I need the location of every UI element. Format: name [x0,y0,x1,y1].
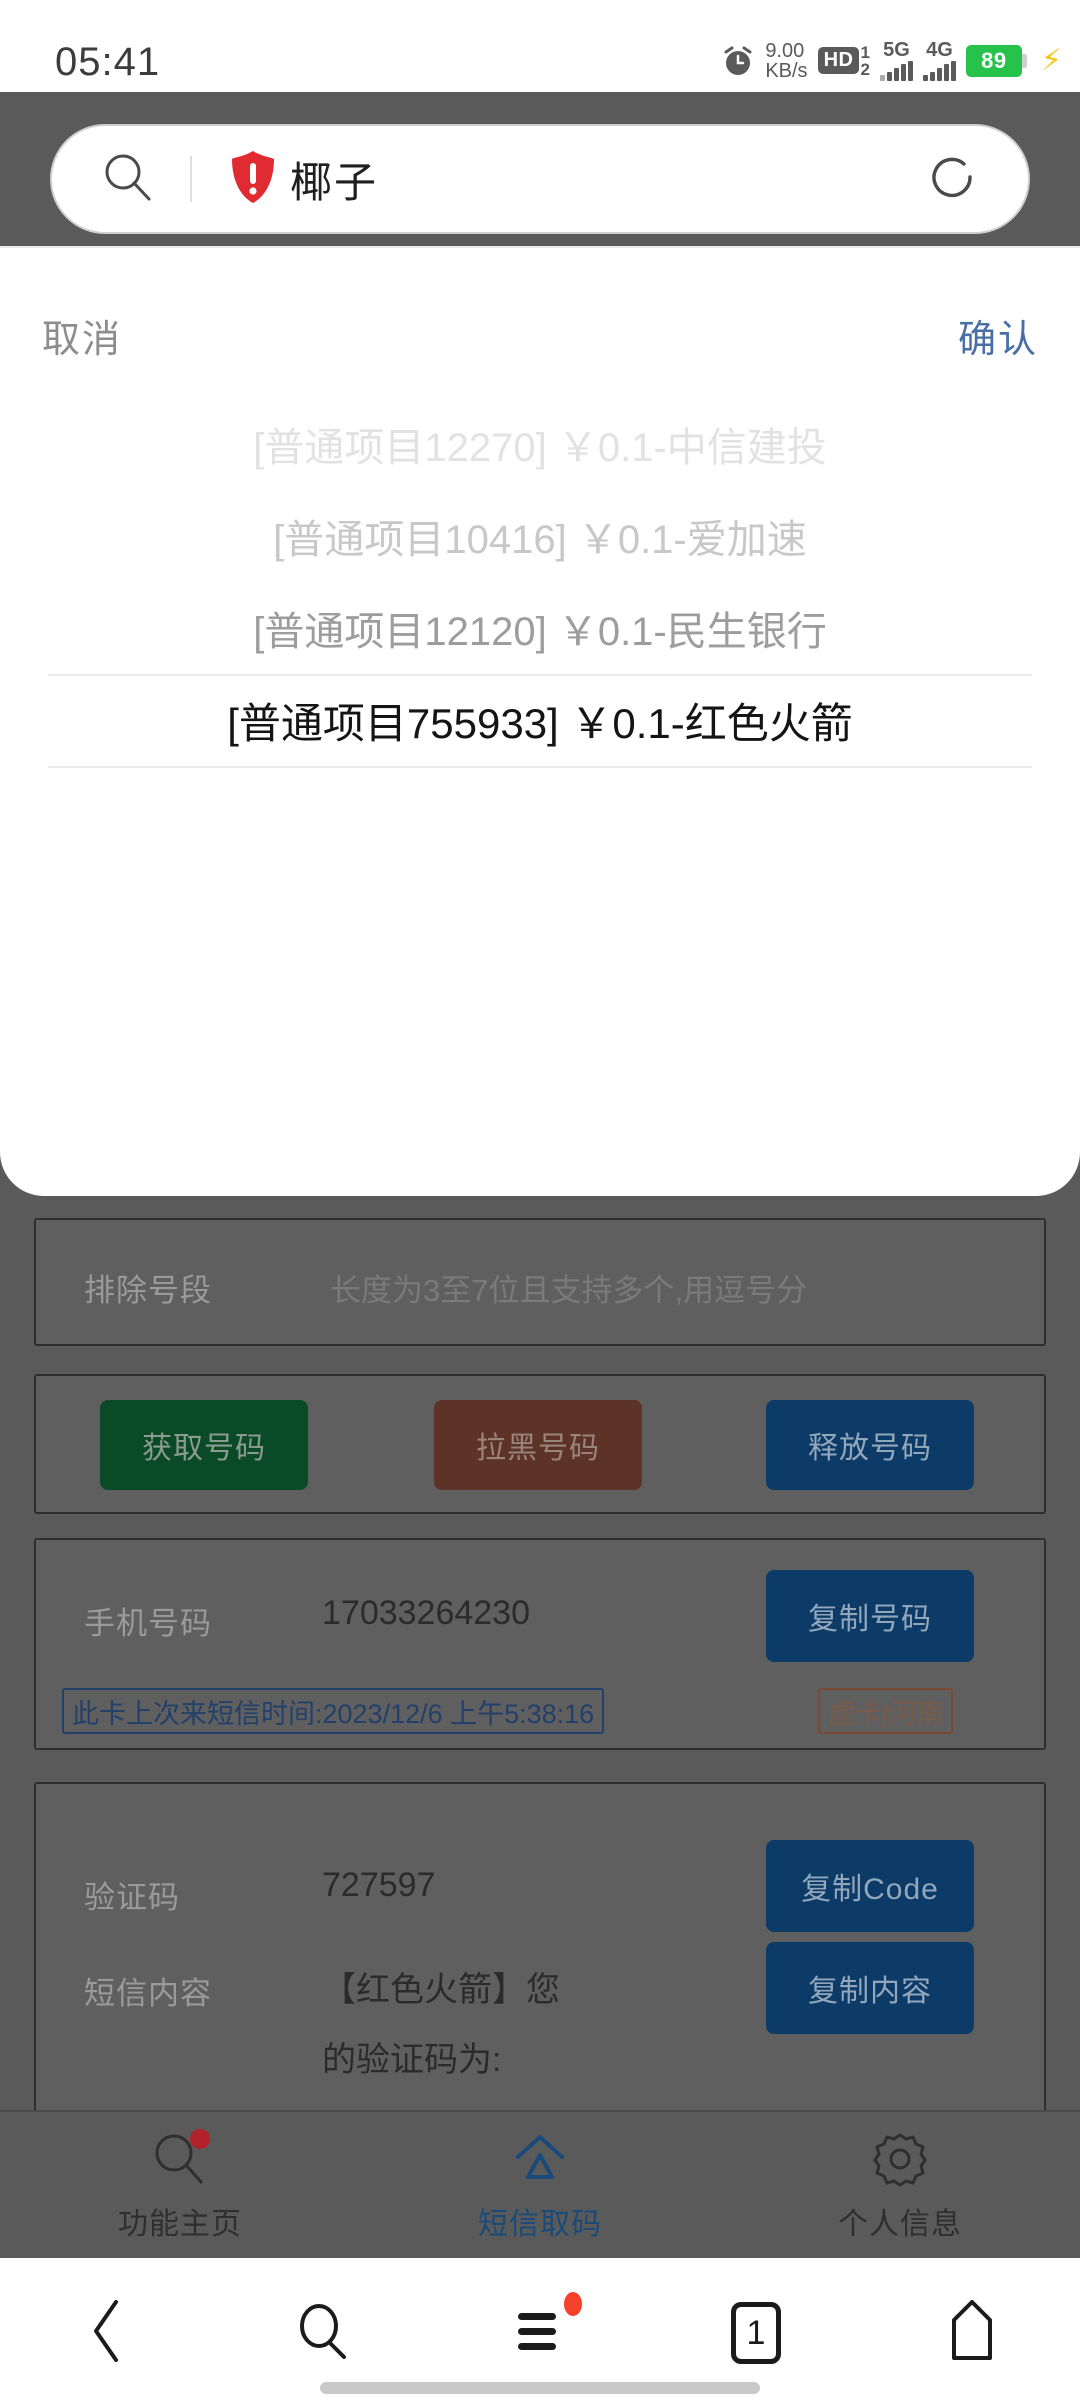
sms-content-label: 短信内容 [84,1976,212,2011]
sim1-signal-bars [879,61,913,81]
sim1-signal-indicator: 5G [879,39,913,81]
status-bar: 05:41 9.00 KB/s HD 1 2 5G 4G 89 ⚡ [0,0,1080,92]
card-tag-badge: 虚卡|河南 [818,1688,954,1734]
copy-content-button[interactable]: 复制内容 [766,1942,974,2034]
tab-sms-code[interactable]: 短信取码 [360,2112,720,2258]
blacklist-number-button[interactable]: 拉黑号码 [434,1400,642,1490]
tab-function-home[interactable]: 功能主页 [0,2112,360,2258]
hd-badge-label: HD [817,47,860,74]
project-picker-sheet: 取消 确认 [普通项目12270] ￥0.1-中信建投 [普通项目10416] … [0,246,1080,1196]
phone-number-value: 17033264230 [322,1594,531,1632]
search-icon[interactable] [100,149,156,210]
browser-search-bar[interactable]: 椰子 [50,124,1030,234]
phone-number-label: 手机号码 [84,1606,212,1641]
sms-time-note: 此卡上次来短信时间:2023/12/6 上午5:38:16 [62,1688,605,1734]
home-gesture-indicator[interactable] [320,2382,760,2394]
get-number-button[interactable]: 获取号码 [100,1400,308,1490]
tab-label-function-home: 功能主页 [118,2208,242,2241]
status-bar-clock: 05:41 [55,40,161,84]
sim2-signal-indicator: 4G [922,39,956,81]
confirm-button[interactable]: 确认 [958,308,1038,363]
tab-personal-info[interactable]: 个人信息 [720,2112,1080,2258]
tab-label-sms-code: 短信取码 [478,2208,602,2241]
nav-back-button[interactable] [0,2258,216,2408]
menu-notification-dot [564,2292,582,2316]
sheet-divider [0,246,1080,248]
copy-code-button[interactable]: 复制Code [766,1840,974,1932]
refresh-icon[interactable] [924,149,980,210]
android-nav-bar: 1 [0,2258,1080,2408]
search-input[interactable]: 椰子 [290,149,378,210]
battery-cap [1021,53,1027,68]
search-icon [148,2127,212,2191]
hd-voice-icon: HD 1 2 [817,42,870,79]
back-chevron-icon [80,2296,136,2371]
release-number-button[interactable]: 释放号码 [766,1400,974,1490]
tab-count-label: 1 [731,2302,781,2364]
network-speed-indicator: 9.00 KB/s [765,41,807,81]
network-speed-value: 9.00 [765,39,805,62]
shield-warning-icon[interactable] [230,150,276,209]
picker-action-bar: 取消 确认 [0,282,1080,402]
picker-option-selected[interactable]: [普通项目755933] ￥0.1-红色火箭 [0,674,1080,766]
home-pentagon-icon [940,2296,1004,2371]
alarm-clock-icon [721,44,755,78]
copy-number-button[interactable]: 复制号码 [766,1570,974,1662]
sim2-network-label: 4G [926,39,953,61]
exclude-prefix-input[interactable]: 长度为3至7位且支持多个,用逗号分 [330,1265,1020,1310]
battery-percent-label: 89 [965,44,1022,77]
sms-content-line2: 的验证码为: [322,2041,502,2079]
picker-selection-line-bottom [48,766,1032,768]
tab-label-personal-info: 个人信息 [838,2208,962,2241]
sim1-network-label: 5G [883,39,910,61]
search-icon [292,2299,356,2368]
picker-option[interactable]: [普通项目12120] ￥0.1-民生银行 [0,582,1080,674]
picker-option[interactable]: [普通项目12270] ￥0.1-中信建投 [0,398,1080,490]
network-speed-unit: KB/s [765,59,808,82]
search-bar-divider [190,156,192,202]
project-picker-wheel[interactable]: [普通项目12270] ￥0.1-中信建投 [普通项目10416] ￥0.1-爱… [0,406,1080,916]
app-tab-bar: 功能主页 短信取码 个人信息 [0,2110,1080,2258]
exclude-prefix-label: 排除号段 [84,1273,212,1308]
cancel-button[interactable]: 取消 [42,308,122,363]
verification-code-label: 验证码 [84,1880,180,1915]
hd-sim-sup: 1 [860,42,870,62]
nav-home-button[interactable] [864,2258,1080,2408]
sms-content-line1: 【红色火箭】您 [322,1971,560,2009]
notification-dot [190,2129,210,2149]
gear-icon [868,2127,932,2191]
menu-hamburger-icon [510,2301,570,2366]
status-bar-icons: 9.00 KB/s HD 1 2 5G 4G 89 ⚡ [721,40,1062,81]
verification-code-value: 727597 [322,1866,436,1904]
hd-sim-sub: 2 [860,59,870,79]
battery-indicator: 89 [965,44,1027,77]
home-icon [508,2127,572,2191]
lightning-bolt-icon: ⚡ [1040,44,1062,77]
picker-option[interactable]: [普通项目10416] ￥0.1-爱加速 [0,490,1080,582]
sim2-signal-bars [922,61,956,81]
